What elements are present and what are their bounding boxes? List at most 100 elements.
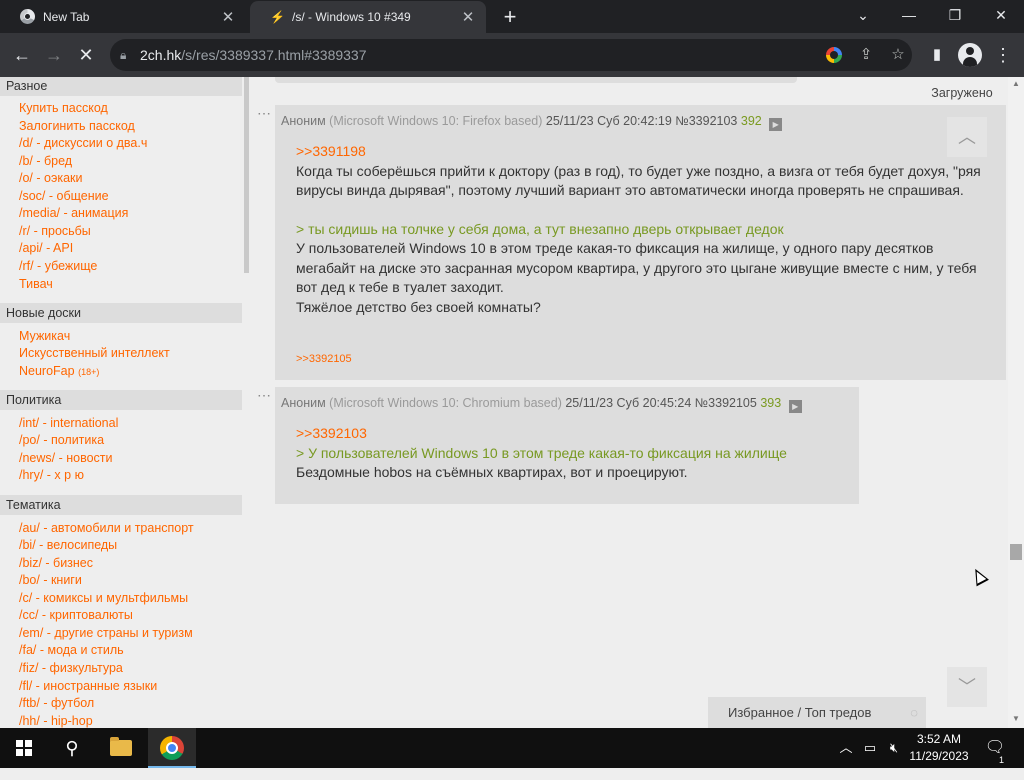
sidebar-link[interactable]: /au/ - автомобили и транспорт: [19, 521, 194, 535]
post: Аноним (Microsoft Windows 10: Chromium b…: [275, 387, 859, 504]
profile-avatar[interactable]: [958, 43, 982, 67]
clock-date: 11/29/2023: [909, 749, 969, 763]
close-window-button[interactable]: ✕: [978, 0, 1024, 33]
scroll-arrow-down-icon[interactable]: ▼: [1008, 712, 1024, 726]
google-lens-icon[interactable]: [818, 39, 850, 71]
loaded-status: Загружено: [921, 82, 1003, 104]
tab-title: /s/ - Windows 10 #349: [292, 10, 411, 24]
sidebar-link[interactable]: Тивач: [19, 277, 53, 291]
chrome-taskbar-button[interactable]: [148, 728, 196, 768]
sidebar-link[interactable]: /o/ - оэкаки: [19, 171, 82, 185]
play-icon[interactable]: ▶: [788, 400, 802, 413]
file-explorer-button[interactable]: [98, 728, 146, 768]
sidebar-section-title: Разное: [0, 77, 242, 96]
sidebar-link[interactable]: /bi/ - велосипеды: [19, 538, 117, 552]
start-button[interactable]: [0, 728, 48, 768]
sidebar-link[interactable]: /d/ - дискуссии о два.ч: [19, 136, 147, 150]
close-icon[interactable]: ✕: [456, 8, 480, 26]
sidebar-scrollbar[interactable]: [244, 77, 249, 273]
scroll-arrow-up-icon[interactable]: ▲: [1008, 77, 1024, 91]
windows-icon: [16, 740, 32, 756]
sidebar-link[interactable]: Мужикач: [19, 329, 70, 343]
minimize-button[interactable]: —: [886, 0, 932, 33]
sidebar-link[interactable]: /cc/ - криптовалюты: [19, 608, 133, 622]
sidebar-link[interactable]: Залогинить пасскод: [19, 119, 135, 133]
browser-toolbar: ← → ✕ 🔒︎ 2ch.hk/s/res/3389337.html#33893…: [0, 33, 1024, 77]
post-date: 25/11/23 Суб 20:45:24: [565, 396, 692, 410]
post-body: >>3391198 Когда ты соберёшься прийти к д…: [296, 142, 996, 317]
close-icon[interactable]: ✕: [216, 8, 240, 26]
forward-icon[interactable]: →: [39, 40, 69, 70]
sidebar-link[interactable]: /int/ - international: [19, 416, 118, 430]
scroll-up-button[interactable]: ︿: [947, 117, 987, 157]
sidebar-link[interactable]: /biz/ - бизнес: [19, 556, 93, 570]
tab-new-tab[interactable]: New Tab ✕: [0, 0, 246, 33]
sidebar-link[interactable]: Искусственный интеллект: [19, 346, 170, 360]
sidebar-link[interactable]: /ftb/ - футбол: [19, 696, 94, 710]
age-tag: (18+): [78, 367, 100, 377]
post-author: Аноним: [281, 114, 326, 128]
search-icon[interactable]: ⚲: [48, 728, 96, 768]
sidebar-link[interactable]: /c/ - комиксы и мультфильмы: [19, 591, 188, 605]
address-bar[interactable]: 🔒︎ 2ch.hk/s/res/3389337.html#3389337 ⇪ ☆: [110, 39, 912, 71]
boards-sidebar: Разное Купить пасскод Залогинить пасскод…: [0, 77, 250, 728]
share-icon[interactable]: ⇪: [850, 39, 882, 71]
sidebar-link[interactable]: /hh/ - hip-hop: [19, 714, 93, 728]
sidebar-link[interactable]: /hry/ - х р ю: [19, 468, 84, 482]
notifications-icon[interactable]: 🗨︎ 1: [980, 728, 1010, 768]
tab-search-icon[interactable]: ⌄: [840, 0, 886, 33]
back-icon[interactable]: ←: [7, 40, 37, 70]
sidebar-link[interactable]: /fiz/ - физкультура: [19, 661, 123, 675]
tab-thread[interactable]: ⚡ /s/ - Windows 10 #349 ✕: [250, 1, 486, 33]
tab-strip: New Tab ✕ ⚡ /s/ - Windows 10 #349 ✕ + ⌄ …: [0, 0, 1024, 33]
stop-loading-icon[interactable]: ✕: [71, 40, 101, 70]
post-number[interactable]: №3392103: [675, 114, 737, 128]
sidebar-link[interactable]: /po/ - политика: [19, 433, 104, 447]
volume-muted-icon[interactable]: 🔇︎: [884, 728, 904, 768]
sidebar-section-title: Новые доски: [0, 303, 242, 323]
side-panel-icon[interactable]: ▮: [922, 40, 952, 70]
play-icon[interactable]: ▶: [769, 118, 783, 131]
folder-icon: [110, 737, 132, 756]
sidebar-link[interactable]: /fl/ - иностранные языки: [19, 679, 157, 693]
scroll-down-button[interactable]: ﹀: [947, 667, 987, 707]
sidebar-link[interactable]: NeuroFap (18+): [19, 364, 99, 378]
post-author: Аноним: [281, 396, 326, 410]
restore-button[interactable]: ❐: [932, 0, 978, 33]
system-clock[interactable]: 3:52 AM 11/29/2023: [905, 731, 973, 765]
reply-link[interactable]: >>3392103: [296, 424, 856, 444]
new-tab-button[interactable]: +: [497, 4, 523, 30]
post-menu-icon[interactable]: ⋯: [257, 387, 271, 404]
menu-kebab-icon[interactable]: ⋮: [988, 40, 1018, 70]
post-user-agent: (Microsoft Windows 10: Firefox based): [329, 114, 543, 128]
previous-post-edge: [275, 77, 797, 83]
bookmark-star-icon[interactable]: ☆: [882, 39, 914, 71]
sidebar-link[interactable]: /rf/ - убежище: [19, 259, 97, 273]
post-menu-icon[interactable]: ⋯: [257, 105, 271, 122]
sidebar-link[interactable]: /r/ - просьбы: [19, 224, 91, 238]
network-icon[interactable]: ▭: [860, 728, 880, 768]
sidebar-link[interactable]: /em/ - другие страны и туризм: [19, 626, 193, 640]
reply-link[interactable]: >>3391198: [296, 142, 996, 162]
scrollbar-thumb[interactable]: [1010, 544, 1022, 560]
post-number[interactable]: №3392105: [695, 396, 757, 410]
refresh-icon[interactable]: ◌: [910, 697, 918, 728]
notification-count: 1: [999, 755, 1005, 765]
sidebar-link[interactable]: /soc/ - общение: [19, 189, 109, 203]
chevron-up-icon[interactable]: ︿: [836, 728, 856, 768]
answers-link[interactable]: >>3392105: [296, 353, 352, 365]
sidebar-link[interactable]: /api/ - API: [19, 241, 73, 255]
sidebar-link[interactable]: Купить пасскод: [19, 101, 108, 115]
sidebar-link[interactable]: /media/ - анимация: [19, 206, 128, 220]
page-scrollbar[interactable]: ▲ ▼: [1008, 77, 1024, 728]
sidebar-link-label: NeuroFap: [19, 364, 75, 378]
chrome-icon: [20, 9, 35, 24]
favorites-label: Избранное / Топ тредов: [728, 705, 872, 720]
quote-text: > ты сидишь на толчке у себя дома, а тут…: [296, 220, 784, 237]
post-text: У пользователей Windows 10 в этом треде …: [296, 240, 977, 295]
sidebar-link[interactable]: /bo/ - книги: [19, 573, 82, 587]
sidebar-link[interactable]: /b/ - бред: [19, 154, 72, 168]
sidebar-link[interactable]: /fa/ - мода и стиль: [19, 643, 124, 657]
sidebar-link[interactable]: /news/ - новости: [19, 451, 113, 465]
favorites-bar[interactable]: Избранное / Топ тредов ◌: [708, 697, 926, 728]
